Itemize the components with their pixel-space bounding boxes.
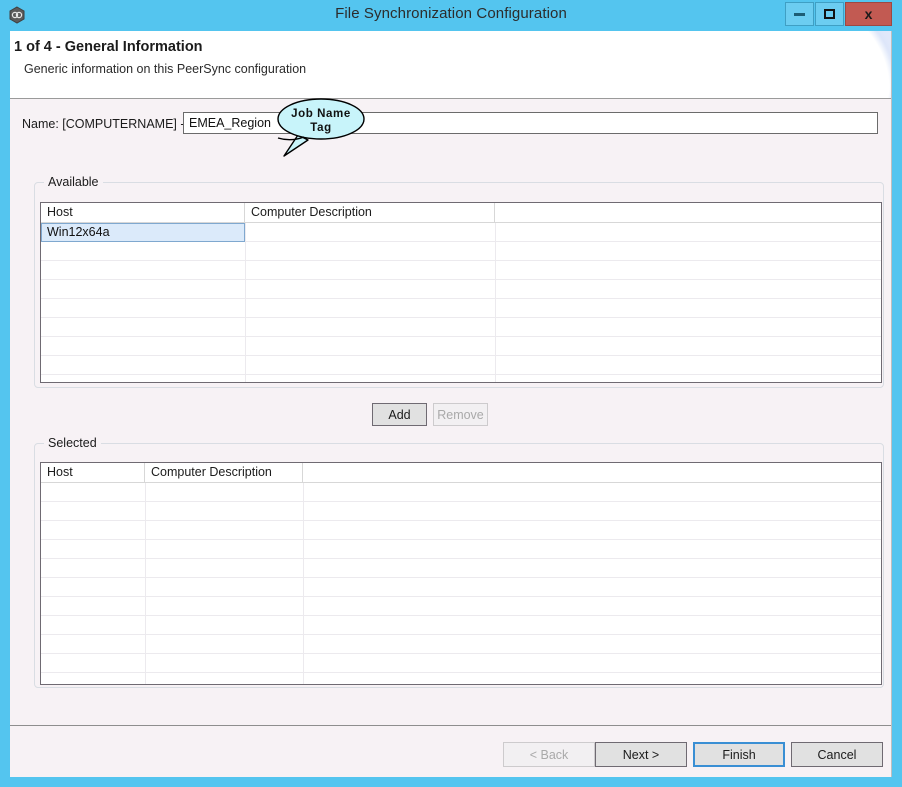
back-button[interactable]: < Back (503, 742, 595, 767)
caption-button-group: x (785, 2, 892, 26)
table-row[interactable] (41, 597, 881, 616)
available-column-filler[interactable] (495, 203, 881, 222)
selected-column-description[interactable]: Computer Description (145, 463, 303, 482)
header-decoration-arc-inner (772, 31, 891, 99)
table-row[interactable]: Win12x64a (41, 223, 881, 242)
page-description: Generic information on this PeerSync con… (24, 62, 307, 76)
table-row[interactable] (41, 616, 881, 635)
next-button[interactable]: Next > (595, 742, 687, 767)
table-row[interactable] (41, 483, 881, 502)
title-bar: File Synchronization Configuration x (0, 0, 902, 31)
job-name-input[interactable] (183, 112, 878, 134)
cancel-button[interactable]: Cancel (791, 742, 883, 767)
table-row[interactable] (41, 299, 881, 318)
selected-group-label: Selected (44, 436, 101, 450)
table-row[interactable] (41, 242, 881, 261)
window-title: File Synchronization Configuration (335, 5, 567, 22)
table-row[interactable] (41, 318, 881, 337)
minimize-button[interactable] (785, 2, 814, 26)
table-row[interactable] (41, 521, 881, 540)
table-row[interactable] (41, 337, 881, 356)
maximize-button[interactable] (815, 2, 844, 26)
page-title: 1 of 4 - General Information (14, 39, 203, 55)
finish-button[interactable]: Finish (693, 742, 785, 767)
add-button[interactable]: Add (372, 403, 427, 426)
selected-column-filler[interactable] (303, 463, 881, 482)
header-separator (10, 98, 891, 99)
available-column-host[interactable]: Host (41, 203, 245, 222)
remove-button[interactable]: Remove (433, 403, 488, 426)
table-row[interactable] (41, 635, 881, 654)
table-row[interactable] (41, 540, 881, 559)
available-grid-body: Win12x64a (41, 223, 881, 382)
maximize-icon (824, 9, 835, 19)
table-row[interactable] (41, 502, 881, 521)
selected-grid[interactable]: Host Computer Description (40, 462, 882, 685)
table-row[interactable] (41, 578, 881, 597)
cell-host: Win12x64a (41, 223, 245, 242)
dialog-window: File Synchronization Configuration x 1 o… (0, 0, 902, 787)
selected-grid-body (41, 483, 881, 684)
table-row[interactable] (41, 261, 881, 280)
available-grid-header: Host Computer Description (41, 203, 881, 223)
table-row[interactable] (41, 673, 881, 684)
dialog-client-area: 1 of 4 - General Information Generic inf… (10, 31, 892, 777)
minimize-icon (794, 12, 805, 16)
close-button[interactable]: x (845, 2, 892, 26)
table-row[interactable] (41, 356, 881, 375)
selected-column-host[interactable]: Host (41, 463, 145, 482)
available-column-description[interactable]: Computer Description (245, 203, 495, 222)
available-grid[interactable]: Host Computer Description Win12x64a (40, 202, 882, 383)
available-group-label: Available (44, 175, 103, 189)
footer-separator (10, 725, 891, 726)
selected-grid-header: Host Computer Description (41, 463, 881, 483)
table-row[interactable] (41, 654, 881, 673)
name-label: Name: [COMPUTERNAME] - (22, 117, 185, 131)
wizard-header: 1 of 4 - General Information Generic inf… (10, 31, 891, 99)
table-row[interactable] (41, 559, 881, 578)
table-row[interactable] (41, 280, 881, 299)
table-row[interactable] (41, 375, 881, 382)
